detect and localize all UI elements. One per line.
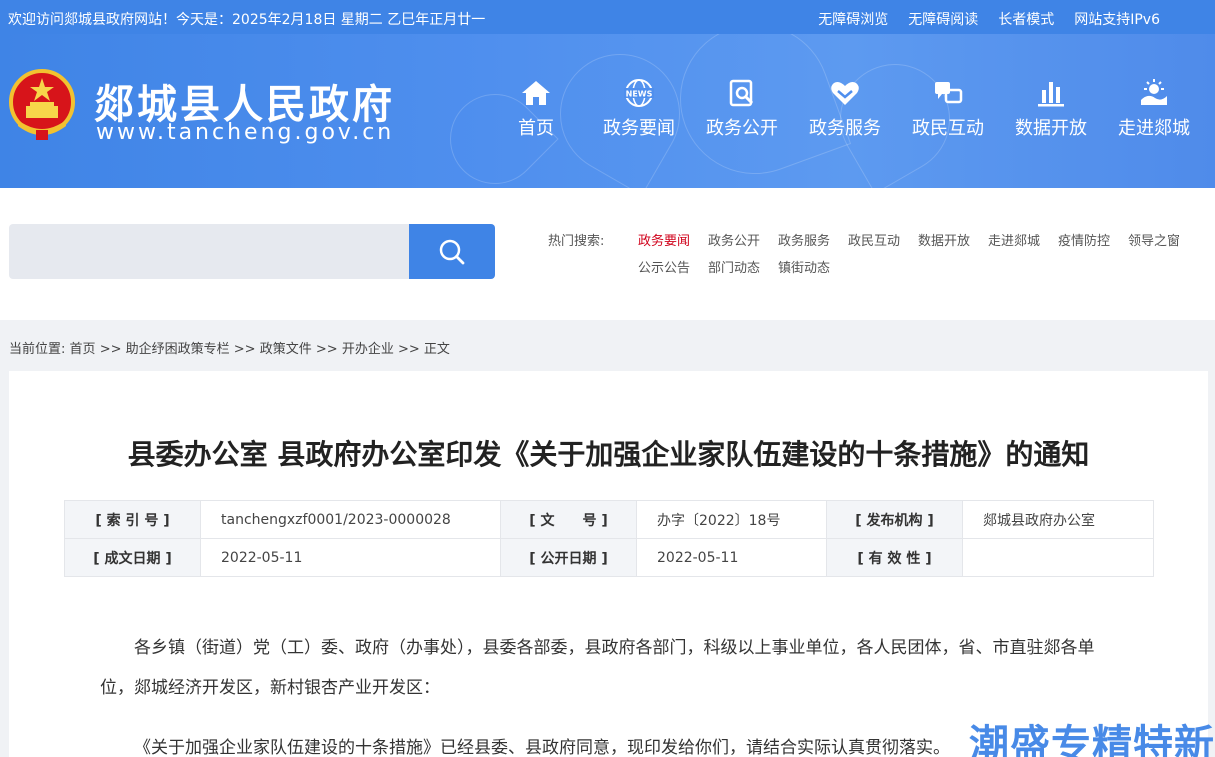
nav-about[interactable]: 走进郯城: [1104, 78, 1204, 148]
main-nav: 首页 NEWS 政务要闻 政务公开 政务服务 政民互动 数据开放 走进郯城: [500, 78, 1210, 148]
breadcrumb-home[interactable]: 首页: [70, 342, 96, 357]
breadcrumb-current: 正文: [423, 342, 450, 357]
nav-news-label: 政务要闻: [603, 118, 675, 139]
sun-landscape-icon: [1141, 79, 1167, 105]
search-icon: [439, 239, 465, 264]
document-search-icon: [729, 79, 754, 107]
hot-item-epidemic[interactable]: 疫情防控: [1058, 230, 1110, 249]
article-meta-table: [ 索 引 号 ] tanchengxzf0001/2023-0000028 […: [64, 500, 1154, 577]
breadcrumb-separator: >>: [315, 342, 338, 357]
meta-publisher-value: 郯城县政府办公室: [962, 500, 1154, 539]
nav-open-data[interactable]: 数据开放: [1001, 78, 1101, 148]
nav-home[interactable]: 首页: [486, 78, 586, 148]
article-panel: 县委办公室 县政府办公室印发《关于加强企业家队伍建设的十条措施》的通知 [ 索 …: [9, 371, 1208, 757]
breadcrumb-policy-docs[interactable]: 政策文件: [260, 342, 312, 357]
hot-item-interaction[interactable]: 政民互动: [848, 230, 900, 249]
breadcrumb-separator: >>: [99, 342, 122, 357]
hot-item-leaders[interactable]: 领导之窗: [1128, 230, 1180, 249]
nav-gov-affairs-label: 政务公开: [706, 118, 778, 139]
hot-item-gov-service[interactable]: 政务服务: [778, 230, 830, 249]
search-button[interactable]: [409, 224, 495, 279]
table-row: [ 索 引 号 ] tanchengxzf0001/2023-0000028 […: [64, 500, 1154, 539]
breadcrumb-separator: >>: [397, 342, 420, 357]
nav-gov-affairs[interactable]: 政务公开: [692, 78, 792, 148]
heart-hands-icon: [831, 82, 859, 105]
nav-open-data-label: 数据开放: [1015, 118, 1087, 139]
nav-about-label: 走进郯城: [1118, 118, 1190, 139]
meta-doc-no-label: [ 文 号 ]: [500, 500, 637, 539]
nav-home-label: 首页: [518, 118, 554, 139]
nav-news[interactable]: NEWS 政务要闻: [589, 78, 689, 148]
hot-item-town-news[interactable]: 镇街动态: [778, 257, 830, 276]
breadcrumb: 当前位置: 首页 >> 助企纾困政策专栏 >> 政策文件 >> 开办企业 >> …: [9, 338, 450, 357]
breadcrumb-separator: >>: [233, 342, 256, 357]
accessibility-browse-link[interactable]: 无障碍浏览: [818, 9, 888, 29]
hot-item-gov-affairs[interactable]: 政务公开: [708, 230, 760, 249]
meta-created-label: [ 成文日期 ]: [64, 538, 201, 577]
svg-text:NEWS: NEWS: [626, 90, 653, 99]
meta-published-value: 2022-05-11: [636, 538, 827, 577]
meta-doc-no-value: 办字〔2022〕18号: [636, 500, 827, 539]
breadcrumb-policy-column[interactable]: 助企纾困政策专栏: [126, 342, 230, 357]
ipv6-link[interactable]: 网站支持IPv6: [1074, 9, 1160, 29]
hot-item-announcements[interactable]: 公示公告: [638, 257, 690, 276]
breadcrumb-prefix: 当前位置:: [9, 342, 66, 357]
article-title: 县委办公室 县政府办公室印发《关于加强企业家队伍建设的十条措施》的通知: [127, 438, 1090, 471]
home-icon: [522, 81, 550, 105]
national-emblem-icon: [9, 69, 75, 140]
search-section: 热门搜索: 政务要闻 政务公开 政务服务 政民互动 数据开放 走进郯城 疫情防控…: [0, 188, 1215, 320]
elder-mode-link[interactable]: 长者模式: [998, 9, 1054, 29]
table-row: [ 成文日期 ] 2022-05-11 [ 公开日期 ] 2022-05-11 …: [64, 538, 1154, 577]
news-icon: NEWS: [624, 79, 654, 107]
meta-index-label: [ 索 引 号 ]: [64, 500, 201, 539]
nav-gov-service[interactable]: 政务服务: [795, 78, 895, 148]
breadcrumb-start-business[interactable]: 开办企业: [342, 342, 394, 357]
top-bar: 欢迎访问郯城县政府网站！今天是：2025年2月18日 星期二 乙巳年正月廿一 无…: [0, 0, 1215, 34]
watermark: 潮盛专精特新: [969, 722, 1215, 757]
nav-interaction-label: 政民互动: [912, 118, 984, 139]
chat-bubbles-icon: [935, 82, 963, 104]
article-paragraph: 《关于加强企业家队伍建设的十条措施》已经县委、县政府同意，现印发给你们，请结合实…: [134, 738, 950, 757]
nav-gov-service-label: 政务服务: [809, 118, 881, 139]
hot-item-open-data[interactable]: 数据开放: [918, 230, 970, 249]
accessibility-read-link[interactable]: 无障碍阅读: [908, 9, 978, 29]
meta-validity-value: [962, 538, 1154, 577]
meta-validity-label: [ 有 效 性 ]: [826, 538, 963, 577]
meta-publisher-label: [ 发布机构 ]: [826, 500, 963, 539]
top-links: 无障碍浏览 无障碍阅读 长者模式 网站支持IPv6: [818, 9, 1160, 29]
article-paragraph: 各乡镇（街道）党（工）委、政府（办事处），县委各部委，县政府各部门，科级以上事业…: [100, 638, 1095, 698]
search-input[interactable]: [9, 224, 409, 279]
meta-published-label: [ 公开日期 ]: [500, 538, 637, 577]
meta-index-value: tanchengxzf0001/2023-0000028: [200, 500, 501, 539]
meta-created-value: 2022-05-11: [200, 538, 501, 577]
site-url: www.tancheng.gov.cn: [96, 120, 395, 145]
nav-interaction[interactable]: 政民互动: [898, 78, 998, 148]
hot-item-about[interactable]: 走进郯城: [988, 230, 1040, 249]
hot-item-news[interactable]: 政务要闻: [638, 230, 690, 249]
hot-item-dept-news[interactable]: 部门动态: [708, 257, 760, 276]
welcome-text: 欢迎访问郯城县政府网站！今天是：2025年2月18日 星期二 乙巳年正月廿一: [8, 12, 486, 28]
site-banner: 郯城县人民政府 www.tancheng.gov.cn 首页 NEWS 政务要闻: [0, 34, 1215, 188]
bar-chart-icon: [1038, 82, 1064, 107]
hot-search-label: 热门搜索:: [548, 234, 605, 249]
